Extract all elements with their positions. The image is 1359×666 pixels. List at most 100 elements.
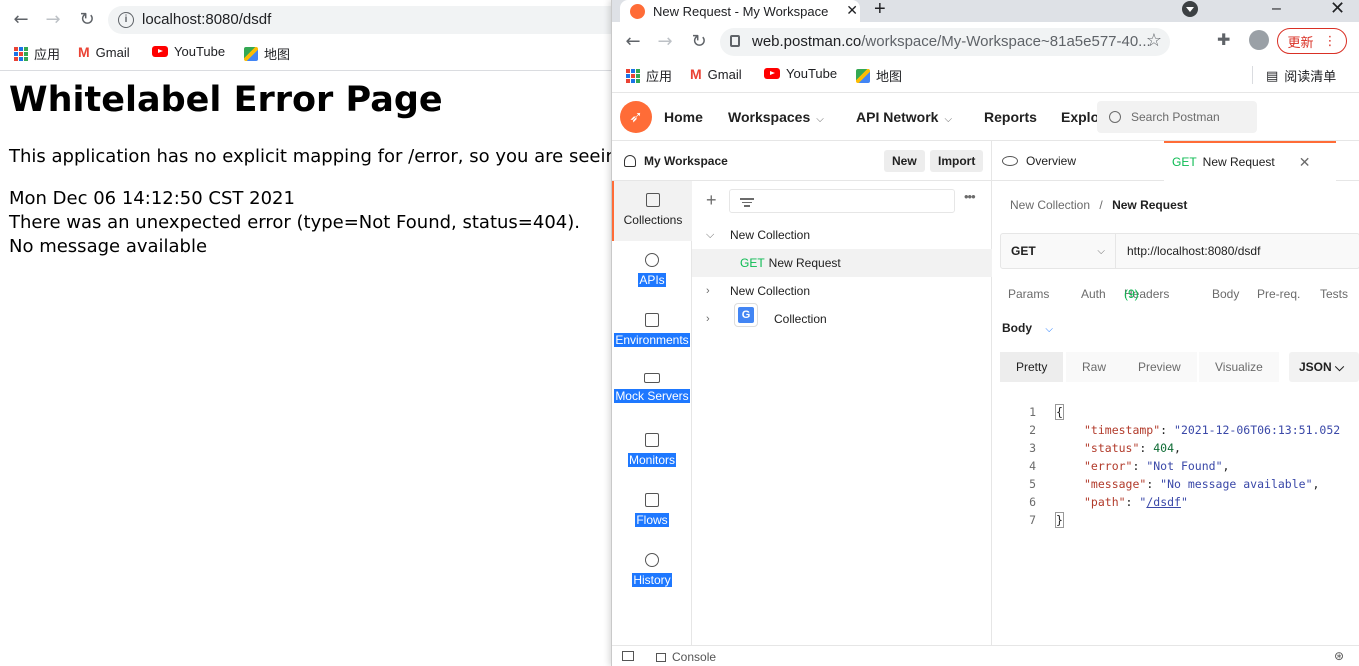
response-body-selector[interactable]: Body ⌵ <box>1002 321 1053 335</box>
more-options-icon[interactable]: ••• <box>964 189 976 204</box>
bookmark-label: 应用 <box>646 69 673 84</box>
tab-close-icon[interactable]: ✕ <box>846 0 858 20</box>
extensions-icon[interactable]: ✚ <box>1217 30 1230 50</box>
bookmark-apps[interactable]: 应用 <box>14 44 60 63</box>
method-select[interactable]: GET ⌵ <box>1001 234 1116 268</box>
bookmark-apps[interactable]: 应用 <box>626 66 672 85</box>
forward-icon[interactable]: → <box>42 9 64 31</box>
search-input[interactable]: Search Postman <box>1097 101 1257 133</box>
filter-input[interactable] <box>729 189 955 213</box>
new-tab-icon[interactable]: + <box>874 0 886 21</box>
sidebar-item-history[interactable]: History <box>612 541 692 601</box>
toggle-sidebar-icon[interactable] <box>622 651 634 661</box>
chevron-down-icon: ⌵ <box>816 114 824 125</box>
tab-overview[interactable]: Overview <box>1002 141 1076 181</box>
tab-auth[interactable]: Auth <box>1081 287 1106 301</box>
line-text: "timestamp": "2021-12-06T06:13:51.052 <box>1084 423 1341 437</box>
close-icon[interactable]: ✕ <box>1299 154 1311 171</box>
bookmark-youtube[interactable]: YouTube <box>152 44 225 59</box>
nav-api-network[interactable]: API Network ⌵ <box>856 109 952 125</box>
json-link[interactable]: /dsdf <box>1146 495 1181 509</box>
chevron-down-icon[interactable]: ⌵ <box>706 229 722 242</box>
divider <box>1252 66 1253 84</box>
tab-body[interactable]: Body <box>1212 287 1239 301</box>
bookmark-maps[interactable]: 地图 <box>856 66 902 85</box>
collection-item[interactable]: ⌵ New Collection <box>692 221 992 249</box>
import-button[interactable]: Import <box>930 150 984 172</box>
sidebar-item-collections[interactable]: Collections <box>612 181 692 241</box>
address-bar[interactable]: i localhost:8080/dsdf <box>108 6 628 34</box>
code-line: 1{ <box>1000 403 1359 421</box>
lock-icon[interactable] <box>730 35 740 47</box>
tab-method: GET <box>1172 155 1197 169</box>
collection-item[interactable]: › New Collection <box>692 277 992 305</box>
chevron-right-icon[interactable]: › <box>706 285 722 297</box>
help-icon[interactable]: ⊛ <box>1334 649 1344 663</box>
breadcrumb-collection[interactable]: New Collection <box>1010 198 1090 212</box>
sidebar-item-monitors[interactable]: Monitors <box>612 421 692 481</box>
maps-icon <box>856 68 870 83</box>
forward-icon[interactable]: → <box>654 31 676 53</box>
view-visualize[interactable]: Visualize <box>1199 352 1279 382</box>
bookmark-star-icon[interactable]: ☆ <box>1146 30 1162 51</box>
sidebar-item-mock-servers[interactable]: Mock Servers <box>612 361 692 421</box>
reading-list[interactable]: ▤ 阅读清单 <box>1252 66 1336 85</box>
address-bar[interactable]: web.postman.co/workspace/My-Workspace~81… <box>720 28 1170 56</box>
tab-params[interactable]: Params <box>1008 287 1049 301</box>
sidebar-item-environments[interactable]: Environments <box>612 301 692 361</box>
bookmark-maps[interactable]: 地图 <box>244 44 290 63</box>
monitors-icon <box>645 433 659 447</box>
view-raw[interactable]: Raw <box>1066 352 1123 382</box>
view-pretty[interactable]: Pretty <box>1000 352 1064 382</box>
view-preview[interactable]: Preview <box>1122 352 1197 382</box>
minimize-icon[interactable]: – <box>1272 0 1281 18</box>
chevron-right-icon[interactable]: › <box>706 313 722 325</box>
address-url[interactable]: localhost:8080/dsdf <box>142 11 271 28</box>
response-code[interactable]: 1{ 2 "timestamp": "2021-12-06T06:13:51.05… <box>1000 403 1359 529</box>
workspace-name[interactable]: My Workspace <box>624 154 728 168</box>
console-button[interactable]: Console <box>656 650 716 664</box>
add-collection-icon[interactable]: + <box>706 190 717 211</box>
nav-home[interactable]: Home <box>664 109 703 125</box>
tab-label: New Request <box>1202 155 1275 169</box>
console-label: Console <box>672 650 717 664</box>
bookmark-gmail[interactable]: M Gmail <box>78 44 130 60</box>
reload-icon[interactable]: ↻ <box>688 31 710 53</box>
history-icon <box>645 553 659 567</box>
window-close-icon[interactable]: ✕ <box>1330 0 1345 19</box>
back-icon[interactable]: ← <box>622 31 644 53</box>
new-button[interactable]: New <box>884 150 925 172</box>
nav-reports[interactable]: Reports <box>984 109 1037 125</box>
sidebar-item-label: Mock Servers <box>614 389 690 403</box>
url-input[interactable]: http://localhost:8080/dsdf <box>1127 244 1260 258</box>
tab-title: New Request - My Workspace <box>653 3 829 19</box>
tab-search-icon[interactable] <box>1182 1 1198 17</box>
bookmark-gmail[interactable]: M Gmail <box>690 66 742 82</box>
update-button[interactable]: 更新 ⋮ <box>1277 28 1347 54</box>
request-label: New Request <box>768 256 841 270</box>
postman-logo-icon[interactable]: ➶ <box>620 101 652 133</box>
format-select[interactable]: JSON ⌵ <box>1289 352 1359 382</box>
url-path: /workspace/My-Workspace~81a5e577-40... <box>861 33 1151 50</box>
bookmark-label: Gmail <box>95 44 130 60</box>
line-text: { <box>1055 403 1064 421</box>
tab-tests[interactable]: Tests <box>1320 287 1348 301</box>
translate-icon[interactable] <box>734 303 758 327</box>
sidebar-item-flows[interactable]: Flows <box>612 481 692 541</box>
nav-explore[interactable]: Explo <box>1061 109 1099 125</box>
postman-favicon-icon <box>630 3 645 19</box>
browser-tab[interactable]: New Request - My Workspace ✕ <box>620 0 860 22</box>
nav-workspaces[interactable]: Workspaces ⌵ <box>728 109 824 125</box>
info-icon[interactable]: i <box>118 12 134 28</box>
back-icon[interactable]: ← <box>10 9 32 31</box>
reload-icon[interactable]: ↻ <box>76 9 98 31</box>
profile-avatar-icon[interactable] <box>1249 30 1269 50</box>
tab-new-request[interactable]: GET New Request ✕ <box>1164 141 1336 181</box>
tab-pre-request[interactable]: Pre-req. <box>1257 287 1300 301</box>
request-item[interactable]: GET New Request <box>692 249 992 277</box>
line-number: 2 <box>1029 423 1036 437</box>
sidebar-item-apis[interactable]: APIs <box>612 241 692 301</box>
bookmark-youtube[interactable]: YouTube <box>764 66 837 81</box>
request-url-bar: GET ⌵ http://localhost:8080/dsdf <box>1000 233 1359 269</box>
address-url[interactable]: web.postman.co/workspace/My-Workspace~81… <box>752 33 1151 50</box>
